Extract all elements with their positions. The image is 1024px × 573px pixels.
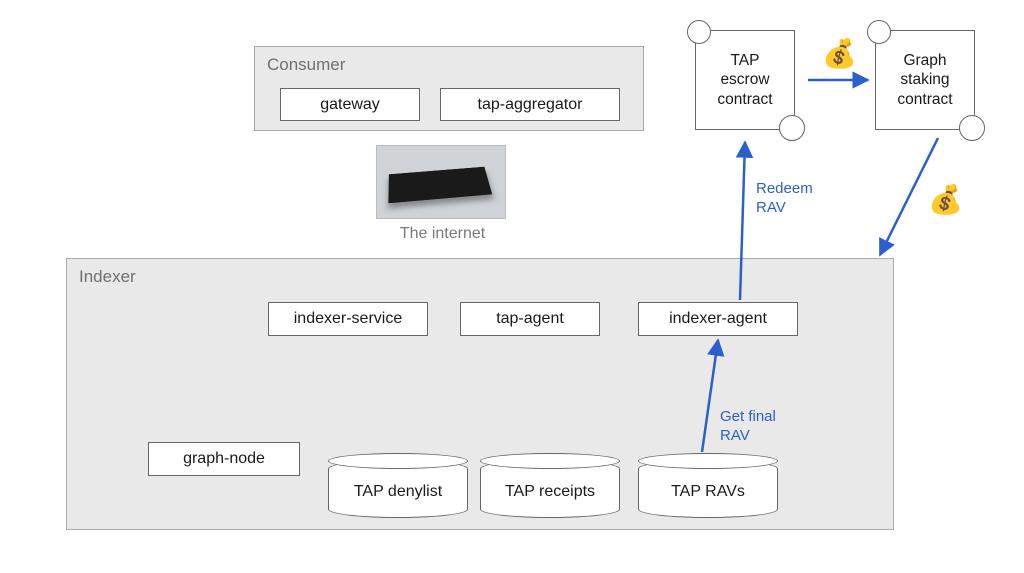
- money-bag-icon: 💰: [822, 40, 857, 68]
- indexer-service-node: indexer-service: [268, 302, 428, 336]
- tap-receipts-db: TAP receipts: [480, 460, 620, 518]
- tap-denylist-db: TAP denylist: [328, 460, 468, 518]
- gateway-node: gateway: [280, 88, 420, 121]
- tap-escrow-contract: TAPescrowcontract: [695, 30, 795, 130]
- get-final-rav-label: Get finalRAV: [720, 408, 776, 446]
- indexer-agent-node: indexer-agent: [638, 302, 798, 336]
- tap-agent-node: tap-agent: [460, 302, 600, 336]
- tap-aggregator-node: tap-aggregator: [440, 88, 620, 121]
- internet-image: [376, 145, 506, 219]
- money-bag-icon: 💰: [928, 186, 963, 214]
- redeem-rav-label: RedeemRAV: [756, 180, 813, 218]
- graph-node-node: graph-node: [148, 442, 300, 476]
- indexer-title: Indexer: [77, 265, 883, 287]
- graph-staking-contract: Graphstakingcontract: [875, 30, 975, 130]
- tap-ravs-db: TAP RAVs: [638, 460, 778, 518]
- consumer-title: Consumer: [265, 53, 633, 75]
- internet-caption: The internet: [395, 225, 490, 243]
